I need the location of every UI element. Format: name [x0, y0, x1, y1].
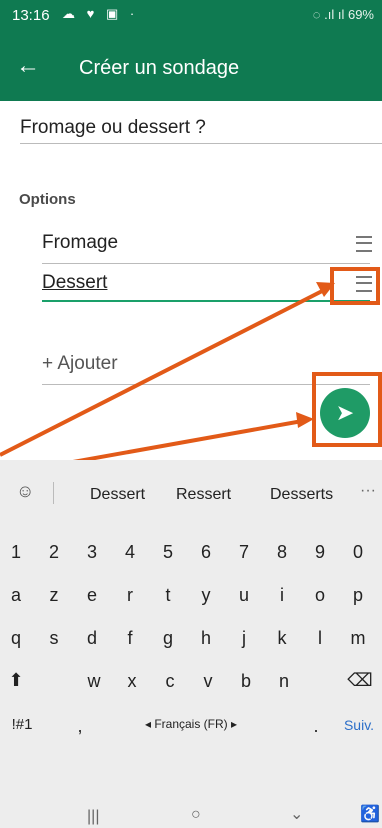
back-nav-button[interactable]: ⌄	[290, 804, 303, 824]
key[interactable]: t	[158, 585, 178, 606]
suggestion-3[interactable]: Desserts	[270, 486, 333, 504]
key[interactable]: 0	[348, 542, 368, 563]
key[interactable]: 9	[310, 542, 330, 563]
recent-apps-button[interactable]: |||	[87, 808, 99, 826]
annotation-arrow-1	[0, 284, 333, 457]
key[interactable]: o	[310, 585, 330, 606]
key[interactable]: w	[84, 671, 104, 692]
highlight-box-drag-handle	[330, 267, 380, 305]
highlight-box-send	[312, 372, 382, 447]
key[interactable]: e	[82, 585, 102, 606]
key[interactable]: g	[158, 628, 178, 649]
key[interactable]: 2	[44, 542, 64, 563]
key[interactable]: 6	[196, 542, 216, 563]
key[interactable]: z	[44, 585, 64, 606]
key[interactable]: l	[310, 628, 330, 649]
key[interactable]: n	[274, 671, 294, 692]
home-button[interactable]: ○	[191, 806, 201, 824]
emoji-icon[interactable]: ☺	[16, 481, 34, 502]
key[interactable]: 5	[158, 542, 178, 563]
shift-icon[interactable]: ⬆	[4, 670, 28, 691]
backspace-icon[interactable]: ⌫	[346, 670, 374, 691]
key[interactable]: d	[82, 628, 102, 649]
next-key[interactable]: Suiv.	[336, 717, 382, 733]
key[interactable]: u	[234, 585, 254, 606]
more-suggestions[interactable]: ···	[360, 482, 376, 500]
key[interactable]: s	[44, 628, 64, 649]
key[interactable]: j	[234, 628, 254, 649]
key[interactable]: p	[348, 585, 368, 606]
key[interactable]: h	[196, 628, 216, 649]
key[interactable]: 8	[272, 542, 292, 563]
key[interactable]: q	[6, 628, 26, 649]
key[interactable]: v	[198, 671, 218, 692]
accessibility-icon[interactable]: ♿	[360, 804, 380, 824]
suggestion-separator	[53, 482, 54, 504]
key[interactable]: 1	[6, 542, 26, 563]
suggestion-1[interactable]: Dessert	[90, 486, 145, 504]
key[interactable]: 4	[120, 542, 140, 563]
keyboard: ☺ Dessert Ressert Desserts ··· 1 2 3 4 5…	[0, 460, 382, 828]
key[interactable]: x	[122, 671, 142, 692]
symbols-key[interactable]: !#1	[0, 716, 44, 733]
suggestion-bar: ☺ Dessert Ressert Desserts ···	[0, 460, 382, 515]
comma-key[interactable]: ,	[70, 716, 90, 737]
period-key[interactable]: .	[306, 716, 326, 737]
key[interactable]: k	[272, 628, 292, 649]
key[interactable]: b	[236, 671, 256, 692]
key[interactable]: a	[6, 585, 26, 606]
space-key[interactable]: ◂ Français (FR) ▸	[116, 717, 266, 731]
suggestion-2[interactable]: Ressert	[176, 486, 231, 504]
key[interactable]: r	[120, 585, 140, 606]
key[interactable]: i	[272, 585, 292, 606]
key[interactable]: c	[160, 671, 180, 692]
key[interactable]: 3	[82, 542, 102, 563]
key[interactable]: f	[120, 628, 140, 649]
key[interactable]: 7	[234, 542, 254, 563]
key[interactable]: m	[348, 628, 368, 649]
key[interactable]: y	[196, 585, 216, 606]
